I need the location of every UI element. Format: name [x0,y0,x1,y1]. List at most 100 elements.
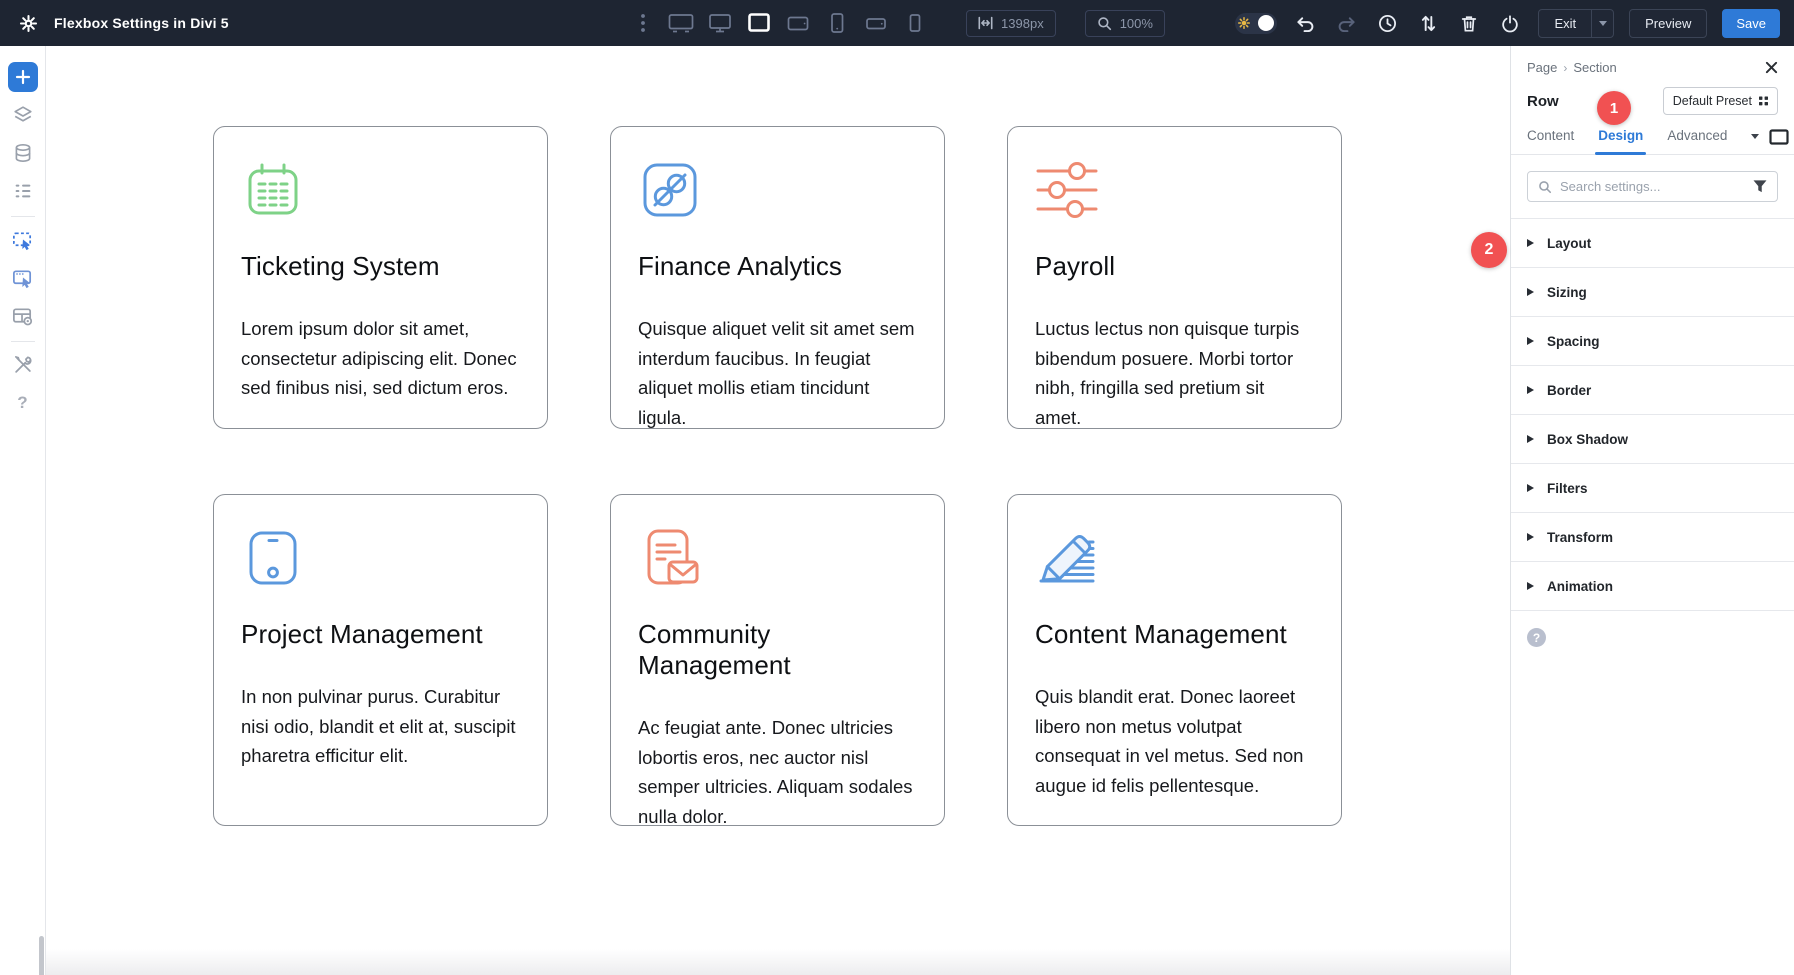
blurb-card-ticketing-system[interactable]: Ticketing System Lorem ipsum dolor sit a… [213,126,548,429]
desktop-xl-icon[interactable] [667,10,695,36]
phone-small-icon[interactable] [901,10,929,36]
blurb-card-content-management[interactable]: Content Management Quis blandit erat. Do… [1007,494,1342,826]
card-title: Community Management [638,619,791,680]
undo-icon[interactable] [1292,10,1318,36]
list-rows-icon[interactable] [8,176,38,206]
phone-landscape-icon[interactable] [862,10,890,36]
breadcrumb-page[interactable]: Page [1527,60,1557,75]
element-label: Row [1527,92,1559,110]
triangle-right-icon [1527,582,1534,590]
card-title: Payroll [1035,251,1116,281]
insert-module-alt-icon[interactable] [8,263,38,293]
card-title: Project Management [241,619,483,649]
triangle-right-icon [1527,386,1534,394]
section-animation[interactable]: Animation [1511,562,1794,611]
card-title: Finance Analytics [638,251,843,281]
chevron-down-icon [1598,20,1607,26]
sidebar-divider [10,341,35,342]
add-button[interactable] [7,62,38,92]
exit-dropdown-button[interactable] [1591,9,1613,37]
section-sizing[interactable]: Sizing [1511,268,1794,317]
power-icon[interactable] [1497,10,1523,36]
database-icon[interactable] [8,138,38,168]
phone-portrait-icon[interactable] [823,10,851,36]
search-input[interactable] [1560,179,1745,194]
blurb-row-1: Ticketing System Lorem ipsum dolor sit a… [213,126,1342,429]
exit-split-button: Exit [1538,8,1615,38]
toggle-knob [1258,15,1275,31]
sun-icon [1238,17,1251,29]
trash-icon[interactable] [1456,10,1482,36]
settings-panel: 1 2 Page › Section Row Default Preset Co… [1471,46,1794,975]
redo-icon[interactable] [1333,10,1359,36]
default-preset-button[interactable]: Default Preset [1662,87,1778,115]
chevron-right-icon: › [1563,60,1568,75]
breadcrumb-section[interactable]: Section [1573,60,1616,75]
sort-arrows-icon[interactable] [1415,10,1441,36]
tab-content[interactable]: Content [1527,128,1574,154]
tools-icon[interactable] [8,350,38,380]
builder-topbar: Flexbox Settings in Divi 5 1398px 100% E… [0,0,1794,46]
help-icon[interactable]: ? [8,388,38,418]
section-box-shadow[interactable]: Box Shadow [1511,415,1794,464]
close-icon [1765,61,1778,74]
card-body: In non pulvinar purus. Curabitur nisi od… [241,686,516,766]
more-dots-icon[interactable] [630,10,656,36]
canvas[interactable]: Ticketing System Lorem ipsum dolor sit a… [46,46,1510,975]
section-layout[interactable]: Layout [1511,219,1794,268]
pencil-lines-icon [1039,534,1095,583]
exit-button[interactable]: Exit [1539,16,1591,31]
section-spacing[interactable]: Spacing [1511,317,1794,366]
desktop-view-icon[interactable] [1769,128,1789,145]
light-mode-toggle[interactable] [1235,12,1278,34]
width-arrows-icon [978,16,993,30]
laptop-icon[interactable] [745,10,773,36]
section-transform[interactable]: Transform [1511,513,1794,562]
help-icon[interactable]: ? [1527,628,1546,647]
step-badge-2: 2 [1471,232,1507,268]
blurb-card-finance-analytics[interactable]: Finance Analytics Quisque aliquet velit … [610,126,945,429]
document-mail-icon [647,529,699,585]
step-badge-1: 1 [1597,91,1631,125]
card-title: Ticketing System [241,251,440,281]
blurb-card-community-management[interactable]: Community Management Ac feugiat ante. Do… [610,494,945,827]
sliders-icon [1036,162,1098,218]
table-settings-icon[interactable] [8,301,38,331]
card-body: Quis blandit erat. Donec laoreet libero … [1035,686,1304,796]
linked-nodes-icon [643,163,697,217]
tabs-dropdown-icon[interactable] [1751,134,1760,139]
tablet-device-icon [249,531,297,585]
section-border[interactable]: Border [1511,366,1794,415]
blurb-card-payroll[interactable]: Payroll Luctus lectus non quisque turpis… [1007,126,1342,429]
layers-icon[interactable] [8,100,38,130]
search-icon [1539,180,1552,193]
canvas-width-input[interactable]: 1398px [966,9,1056,37]
card-body: Quisque aliquet velit sit amet sem inter… [638,318,915,428]
section-filters[interactable]: Filters [1511,464,1794,513]
preview-button[interactable]: Preview [1629,8,1708,38]
history-icon[interactable] [1374,10,1400,36]
gear-icon[interactable] [15,10,41,36]
triangle-right-icon [1527,337,1534,345]
settings-tabs: Content Design Advanced [1511,128,1794,155]
card-body: Luctus lectus non quisque turpis bibendu… [1035,318,1300,428]
zoom-level-value: 100% [1119,15,1153,31]
search-settings [1527,171,1778,202]
filter-icon[interactable] [1753,180,1767,193]
triangle-right-icon [1527,288,1534,296]
save-button[interactable]: Save [1722,8,1780,38]
close-panel-button[interactable] [1765,61,1778,74]
canvas-width-value: 1398px [1001,15,1044,31]
preset-grid-icon [1759,96,1768,106]
zoom-level-input[interactable]: 100% [1084,9,1165,37]
breadcrumb: Page › Section [1527,60,1778,75]
tab-advanced[interactable]: Advanced [1667,128,1727,154]
zoom-magnifier-icon [1097,16,1111,30]
desktop-icon[interactable] [706,10,734,36]
blurb-card-project-management[interactable]: Project Management In non pulvinar purus… [213,494,548,826]
insert-module-icon[interactable] [8,225,38,255]
triangle-right-icon [1527,533,1534,541]
scrollbar-thumb[interactable] [39,936,44,975]
tablet-landscape-icon[interactable] [784,10,812,36]
tab-design[interactable]: Design [1595,128,1647,155]
